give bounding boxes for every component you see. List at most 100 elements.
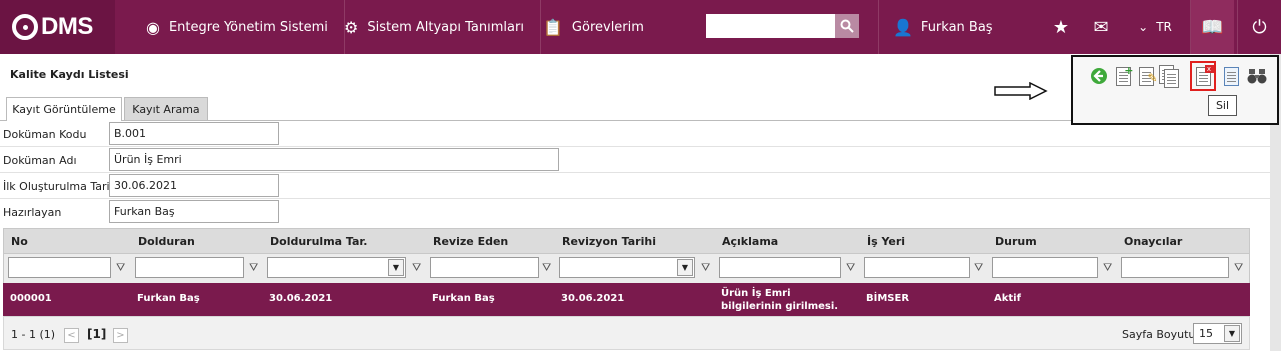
page-size-value: 15: [1199, 327, 1213, 340]
view-document-button[interactable]: [1221, 65, 1241, 87]
nav-gorevlerim[interactable]: 📋 Görevlerim: [527, 0, 660, 54]
delete-document-icon: x: [1195, 64, 1214, 86]
field-label: Doküman Kodu: [3, 128, 87, 141]
column-header-no[interactable]: No: [11, 235, 28, 248]
filter-funnel-icon[interactable]: ⛛: [701, 261, 710, 275]
nav-entegre-yonetim-sistemi[interactable]: ◉ Entegre Yönetim Sistemi: [130, 0, 345, 54]
add-document-icon: +: [1115, 64, 1134, 86]
page-size-label: Sayfa Boyutu:: [1122, 328, 1200, 341]
grid-filter-bar: ⛛ ⛛ ▼ ⛛ ⛛ ▼ ⛛ ⛛ ⛛ ⛛ ⛛: [3, 254, 1250, 283]
edit-document-icon: ✎: [1138, 66, 1158, 86]
tab-kayit-arama[interactable]: Kayıt Arama: [124, 97, 208, 120]
column-header-is-yeri[interactable]: İş Yeri: [867, 235, 905, 248]
page-size-select[interactable]: 15 ▼: [1193, 323, 1242, 344]
gear-icon: ⚙: [344, 17, 359, 37]
user-name: Furkan Baş: [920, 19, 993, 35]
column-header-doldurulma-tar[interactable]: Doldurulma Tar.: [270, 235, 367, 248]
filter-funnel-icon[interactable]: ⛛: [412, 261, 421, 275]
back-button[interactable]: [1089, 65, 1109, 87]
edit-record-button[interactable]: ✎: [1136, 65, 1158, 87]
form-row-hazirlayan: Hazırlayan Furkan Baş: [0, 199, 1270, 225]
document-icon: [1223, 66, 1239, 86]
search-button[interactable]: [835, 14, 859, 38]
user-menu[interactable]: 👤 Furkan Baş: [878, 0, 1030, 54]
grid-pager: 1 - 1 (1) < [1] > Sayfa Boyutu: 15 ▼: [3, 316, 1250, 350]
filter-input-no[interactable]: [8, 257, 111, 278]
power-icon[interactable]: ⏻: [1237, 0, 1281, 54]
pager-current-page[interactable]: [1]: [87, 327, 106, 341]
pager-next-button[interactable]: >: [113, 328, 128, 343]
back-arrow-icon: [1091, 68, 1107, 84]
add-record-button[interactable]: +: [1113, 64, 1134, 87]
pager-range: 1 - 1 (1): [11, 328, 56, 341]
tab-kayit-goruntuleme[interactable]: Kayıt Görüntüleme: [6, 97, 122, 121]
column-header-dolduran[interactable]: Dolduran: [138, 235, 195, 248]
page-title: Kalite Kaydı Listesi: [10, 68, 129, 81]
cell-revizyon-tarihi: 30.06.2021: [561, 293, 625, 304]
chevron-down-icon[interactable]: ▼: [1224, 325, 1240, 342]
filter-input-onaycilar[interactable]: [1121, 257, 1229, 278]
table-row[interactable]: 000001 Furkan Baş 30.06.2021 Furkan Baş …: [3, 283, 1250, 316]
annotation-arrow-icon: [994, 82, 1048, 100]
q-logo-icon: ◉: [146, 17, 160, 37]
column-header-revize-eden[interactable]: Revize Eden: [433, 235, 508, 248]
search-records-button[interactable]: [1247, 65, 1267, 87]
grid-header: No Dolduran Doldurulma Tar. Revize Eden …: [3, 228, 1250, 254]
filter-funnel-icon[interactable]: ⛛: [846, 261, 855, 275]
ilk-olusturulma-tarihi-field[interactable]: 30.06.2021: [109, 174, 279, 197]
filter-select-revizyon-tarihi[interactable]: ▼: [559, 257, 695, 278]
user-icon: 👤: [893, 17, 913, 37]
filter-funnel-icon[interactable]: ⛛: [542, 261, 551, 275]
dokuman-adi-field[interactable]: Ürün İş Emri: [109, 148, 559, 171]
field-label: İlk Oluşturulma Tarihi: [3, 180, 120, 193]
column-header-onaycilar[interactable]: Onaycılar: [1124, 235, 1182, 248]
form-row-dokuman-adi: Doküman Adı Ürün İş Emri: [0, 147, 1270, 173]
cell-is-yeri: BİMSER: [866, 293, 910, 304]
nav-label: Görevlerim: [571, 19, 644, 35]
cell-doldurulma-tar: 30.06.2021: [269, 293, 333, 304]
filter-funnel-icon[interactable]: ⛛: [116, 261, 125, 275]
filter-select-doldurulma-tar[interactable]: ▼: [267, 257, 406, 278]
clipboard-icon: 📋: [543, 17, 563, 37]
chevron-down-icon[interactable]: ▼: [388, 259, 404, 276]
filter-funnel-icon[interactable]: ⛛: [1234, 261, 1243, 275]
nav-sistem-altyapi-tanimlari[interactable]: ⚙ Sistem Altyapı Tanımları: [328, 0, 541, 54]
logo-text: DMS: [41, 13, 93, 40]
dokuman-kodu-field[interactable]: B.001: [109, 122, 279, 145]
filter-input-aciklama[interactable]: [719, 257, 841, 278]
column-header-durum[interactable]: Durum: [995, 235, 1037, 248]
language-label: TR: [1156, 20, 1172, 34]
record-toolbar: + ✎ x: [1071, 55, 1279, 125]
column-header-aciklama[interactable]: Açıklama: [722, 235, 778, 248]
chevron-down-icon: ⌄: [1138, 20, 1149, 34]
delete-record-button[interactable]: x: [1190, 61, 1216, 91]
filter-input-is-yeri[interactable]: [864, 257, 970, 278]
hazirlayan-field[interactable]: Furkan Baş: [109, 200, 279, 223]
filter-input-revize-eden[interactable]: [430, 257, 539, 278]
cell-durum: Aktif: [994, 293, 1021, 304]
filter-input-durum[interactable]: [992, 257, 1098, 278]
cell-revize-eden: Furkan Baş: [432, 293, 495, 304]
dms-logo[interactable]: DMS: [0, 0, 115, 54]
search-input[interactable]: [706, 14, 835, 38]
filter-funnel-icon[interactable]: ⛛: [974, 261, 983, 275]
cell-dolduran: Furkan Baş: [137, 293, 200, 304]
form-row-ilk-olusturulma-tarihi: İlk Oluşturulma Tarihi 30.06.2021: [0, 173, 1270, 199]
filter-funnel-icon[interactable]: ⛛: [249, 261, 258, 275]
language-selector[interactable]: ⌄ TR: [1130, 0, 1180, 54]
pager-prev-button[interactable]: <: [64, 328, 79, 343]
nav-label: Sistem Altyapı Tanımları: [367, 19, 524, 35]
filter-input-dolduran[interactable]: [135, 257, 244, 278]
column-header-revizyon-tarihi[interactable]: Revizyon Tarihi: [562, 235, 656, 248]
top-navigation-bar: DMS ◉ Entegre Yönetim Sistemi ⚙ Sistem A…: [0, 0, 1281, 54]
favorites-star-icon[interactable]: ★: [1048, 0, 1074, 54]
book-icon[interactable]: 📖: [1190, 0, 1234, 54]
filter-funnel-icon[interactable]: ⛛: [1103, 261, 1112, 275]
mail-icon[interactable]: ✉: [1088, 0, 1114, 54]
field-label: Hazırlayan: [3, 206, 62, 219]
cell-aciklama: Ürün İş Emri bilgilerinin girilmesi.: [721, 288, 839, 312]
chevron-down-icon[interactable]: ▼: [677, 259, 693, 276]
copy-record-button[interactable]: [1159, 65, 1179, 88]
logo-circle-icon: [12, 14, 38, 40]
search-icon: [840, 19, 854, 33]
